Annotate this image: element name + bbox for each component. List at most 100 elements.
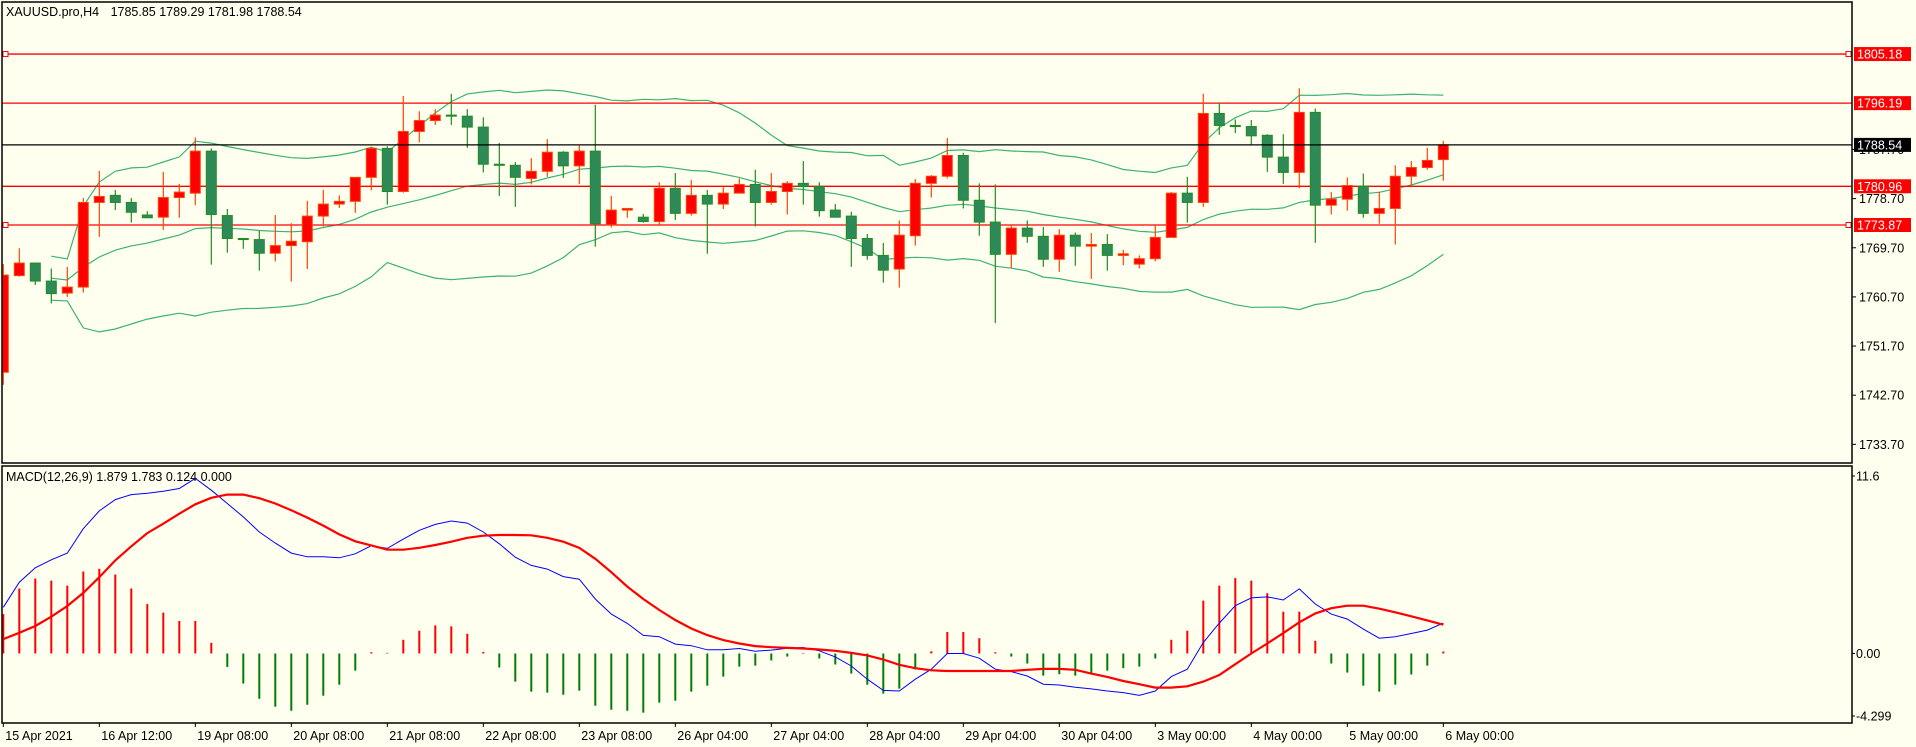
candle-body bbox=[653, 187, 665, 223]
candle-body bbox=[989, 221, 1001, 255]
candle-body bbox=[1229, 124, 1241, 128]
candle-body bbox=[221, 215, 233, 239]
time-label: 5 May 00:00 bbox=[1349, 729, 1418, 743]
candle-body bbox=[1245, 126, 1257, 137]
candle-body bbox=[141, 214, 153, 219]
candle-body bbox=[877, 254, 889, 271]
candle-body bbox=[1325, 198, 1337, 206]
candle-body bbox=[13, 262, 25, 277]
candle-body bbox=[893, 234, 905, 270]
candle-body bbox=[1341, 185, 1353, 200]
candle-body bbox=[333, 200, 345, 205]
candle-body bbox=[925, 175, 937, 184]
candle-body bbox=[173, 191, 185, 199]
chart-title: XAUUSD.pro,H4 1785.85 1789.29 1781.98 17… bbox=[6, 5, 302, 19]
candle-body bbox=[93, 195, 105, 203]
candle-body bbox=[1053, 234, 1065, 260]
candle-body bbox=[621, 207, 633, 211]
candle-body bbox=[717, 192, 729, 205]
candle-body bbox=[605, 209, 617, 226]
candle-body bbox=[813, 186, 825, 212]
candle-body bbox=[1389, 175, 1401, 209]
candle-body bbox=[1197, 112, 1209, 203]
candle-body bbox=[1421, 159, 1433, 169]
candle-body bbox=[1261, 134, 1273, 158]
candle-body bbox=[701, 194, 713, 205]
candle-body bbox=[429, 114, 441, 122]
candle-body bbox=[1277, 156, 1289, 173]
time-label: 28 Apr 04:00 bbox=[869, 729, 940, 743]
candle-body bbox=[477, 126, 489, 165]
time-label: 6 May 00:00 bbox=[1445, 729, 1514, 743]
line-anchor-handle[interactable] bbox=[1845, 51, 1852, 58]
time-label: 21 Apr 08:00 bbox=[389, 729, 460, 743]
candle-body bbox=[829, 209, 841, 218]
candle-body bbox=[557, 151, 569, 167]
candle-body bbox=[541, 151, 553, 172]
line-price-label: 1773.87 bbox=[1857, 219, 1902, 233]
price-tick-label: 1760.70 bbox=[1859, 290, 1904, 304]
candle-body bbox=[1149, 236, 1161, 260]
candle-body bbox=[45, 280, 57, 295]
candle-body bbox=[797, 182, 809, 188]
candle-body bbox=[509, 164, 521, 178]
candle-body bbox=[589, 150, 601, 225]
candle-body bbox=[1309, 111, 1321, 206]
time-label: 19 Apr 08:00 bbox=[197, 729, 268, 743]
symbol-timeframe: XAUUSD.pro,H4 bbox=[6, 5, 99, 19]
line-anchor-handle[interactable] bbox=[2, 222, 9, 228]
candle-body bbox=[61, 286, 73, 294]
candle-body bbox=[845, 215, 857, 239]
candle-body bbox=[397, 130, 409, 193]
time-label: 4 May 00:00 bbox=[1253, 729, 1322, 743]
time-label: 16 Apr 12:00 bbox=[101, 729, 172, 743]
macd-axis-label: 11.6 bbox=[1856, 470, 1879, 484]
candle-body bbox=[957, 154, 969, 201]
line-anchor-handle[interactable] bbox=[2, 51, 9, 58]
candle-body bbox=[1117, 253, 1129, 256]
candle-body bbox=[1405, 167, 1417, 177]
candle-body bbox=[1069, 234, 1081, 247]
time-label: 27 Apr 04:00 bbox=[773, 729, 844, 743]
price-tick-label: 1742.70 bbox=[1859, 389, 1904, 403]
price-tick-label: 1769.70 bbox=[1859, 241, 1904, 255]
chart-background bbox=[0, 0, 1916, 747]
candle-body bbox=[77, 201, 89, 288]
line-price-label: 1780.96 bbox=[1857, 180, 1902, 194]
macd-title: MACD(12,26,9) 1.879 1.783 0.124 0.000 bbox=[6, 470, 232, 484]
time-label: 26 Apr 04:00 bbox=[677, 729, 748, 743]
candle-body bbox=[669, 187, 681, 214]
candle-body bbox=[1373, 207, 1385, 214]
candle-body bbox=[189, 150, 201, 194]
line-price-label: 1805.18 bbox=[1857, 48, 1902, 62]
candle-body bbox=[525, 170, 537, 179]
candle-body bbox=[157, 197, 169, 218]
candle-body bbox=[285, 240, 297, 247]
trading-chart[interactable]: 1787.701778.701769.701760.701751.701742.… bbox=[0, 0, 1916, 747]
candle-body bbox=[253, 239, 265, 254]
candle-body bbox=[301, 215, 313, 243]
candle-body bbox=[973, 199, 985, 223]
candle-body bbox=[493, 163, 505, 166]
line-anchor-handle[interactable] bbox=[1845, 222, 1852, 228]
candle-body bbox=[237, 237, 249, 241]
candle-body bbox=[381, 147, 393, 193]
candle-body bbox=[1037, 235, 1049, 260]
candle-body bbox=[349, 176, 361, 202]
time-label: 29 Apr 04:00 bbox=[965, 729, 1036, 743]
macd-axis-label: 0.00 bbox=[1856, 647, 1880, 661]
candle-body bbox=[445, 114, 457, 117]
candle-body bbox=[1437, 144, 1449, 161]
candle-body bbox=[1213, 112, 1225, 126]
candle-body bbox=[573, 150, 585, 167]
candle-body bbox=[1357, 185, 1369, 214]
candle-body bbox=[637, 216, 649, 223]
ohlc-readout: 1785.85 1789.29 1781.98 1788.54 bbox=[111, 5, 302, 19]
macd-axis-label: -4.299 bbox=[1856, 710, 1891, 724]
candle-body bbox=[941, 154, 953, 177]
time-label: 20 Apr 08:00 bbox=[293, 729, 364, 743]
candle-body bbox=[765, 191, 777, 203]
time-label: 23 Apr 08:00 bbox=[581, 729, 652, 743]
candle-body bbox=[1101, 243, 1113, 256]
candle-body bbox=[1165, 192, 1177, 238]
